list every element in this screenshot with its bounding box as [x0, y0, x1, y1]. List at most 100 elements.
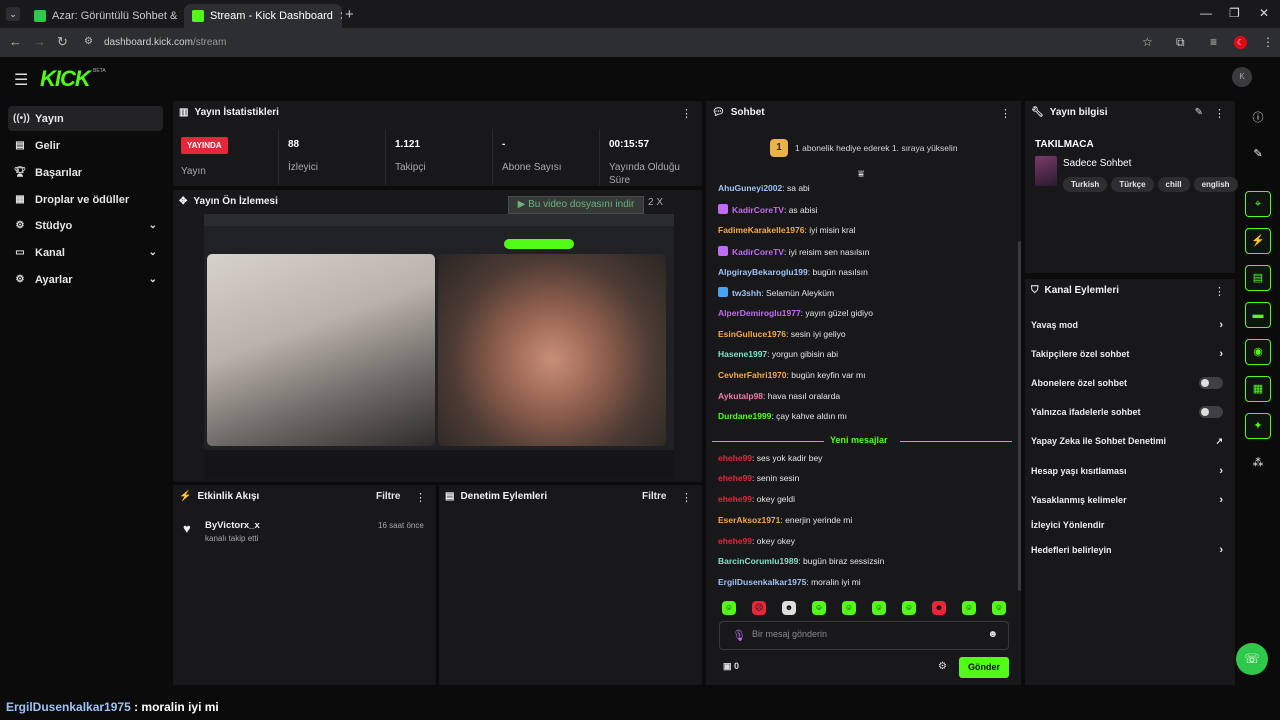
category-name[interactable]: Sadece Sohbet [1063, 158, 1131, 169]
more-options-icon[interactable]: ⋮ [1000, 107, 1011, 120]
emote-icon[interactable]: ☺ [842, 601, 856, 615]
emote-icon[interactable]: ☻ [782, 601, 796, 615]
new-tab-button[interactable]: + [345, 6, 354, 23]
emote-icon[interactable]: ☺ [812, 601, 826, 615]
chat-username[interactable]: AlpgirayBekaroglu199 [718, 267, 808, 277]
action-slow-mode[interactable]: Yavaş mod › [1031, 315, 1229, 335]
emoji-icon[interactable]: ☻ [987, 629, 998, 640]
sidebar-item-basarilar[interactable]: 🏆︎ Başarılar [8, 160, 163, 185]
chat-username[interactable]: ehehe99 [718, 473, 752, 483]
sidebar-item-gelir[interactable]: ▤ Gelir [8, 133, 163, 158]
media-controls-icon[interactable]: ≡ [1210, 35, 1217, 49]
window-close-icon[interactable]: ✕ [1259, 6, 1269, 20]
browser-tab-azar[interactable]: Azar: Görüntülü Sohbet & Y ✕ [26, 4, 181, 28]
user-avatar[interactable]: K [1232, 67, 1252, 87]
action-banned-words[interactable]: Yasaklanmış kelimeler › [1031, 490, 1229, 510]
info-icon[interactable]: ⓘ [1245, 106, 1271, 132]
chat-username[interactable]: KadirCoreTV [732, 205, 784, 215]
more-options-icon[interactable]: ⋮ [415, 491, 426, 504]
help-support-button[interactable]: ☏ [1236, 643, 1268, 675]
sidebar-item-yayin[interactable]: ((•)) Yayın [8, 106, 163, 131]
bookmark-star-icon[interactable]: ☆ [1142, 35, 1153, 49]
layout-widget-icon[interactable]: ▦ [1245, 376, 1271, 402]
action-host-viewers[interactable]: İzleyici Yönlendir [1031, 515, 1229, 535]
emote-icon[interactable]: ☹ [752, 601, 766, 615]
microphone-icon[interactable]: 🎙︎ [732, 629, 746, 642]
send-button[interactable]: Gönder [959, 657, 1009, 678]
profile-flag-icon[interactable]: ☾ [1234, 36, 1247, 49]
edit-icon[interactable]: ✎ [1195, 107, 1203, 118]
tag[interactable]: english [1193, 177, 1238, 192]
chat-username[interactable]: ErgilDusenkalkar1975 [718, 577, 806, 587]
chat-username[interactable]: EsinGulluce1976 [718, 329, 786, 339]
chat-username[interactable]: EserAksoz1971 [718, 515, 780, 525]
emote-icon[interactable]: ☻ [932, 601, 946, 615]
extensions-icon[interactable]: ⧉ [1176, 35, 1185, 50]
action-ai-moderation[interactable]: Yapay Zeka ile Sohbet Denetimi ↗ [1031, 431, 1229, 451]
chat-scrollbar[interactable] [1018, 241, 1021, 591]
site-info-icon[interactable]: ⚙ [84, 36, 93, 47]
reload-icon[interactable]: ↻ [57, 34, 68, 50]
sidebar-item-kanal[interactable]: ▭ Kanal ⌄ [8, 240, 163, 265]
chat-username[interactable]: ehehe99 [718, 494, 752, 504]
action-account-age[interactable]: Hesap yaşı kısıtlaması › [1031, 461, 1229, 481]
emote-icon[interactable]: ☺ [722, 601, 736, 615]
tag[interactable]: chill [1157, 177, 1190, 192]
download-video-bar[interactable]: ▶ Bu video dosyasını indir [508, 196, 644, 214]
emote-icon[interactable]: ☺ [962, 601, 976, 615]
kick-logo[interactable]: KICK [40, 66, 91, 92]
filter-button[interactable]: Filtre [376, 491, 400, 502]
action-set-goals[interactable]: Hedefleri belirleyin › [1031, 540, 1229, 560]
emote-icon[interactable]: ☺ [902, 601, 916, 615]
more-options-icon[interactable]: ⋮ [681, 491, 692, 504]
more-options-icon[interactable]: ⋮ [1214, 107, 1225, 120]
channel-points[interactable]: ▣ 0 [723, 661, 739, 672]
subscribers-only-toggle[interactable] [1199, 377, 1223, 389]
sidebar-item-ayarlar[interactable]: ⚙ Ayarlar ⌄ [8, 267, 163, 292]
chat-message-input[interactable] [752, 629, 972, 639]
close-tab-icon[interactable]: ✕ [339, 9, 342, 23]
tag[interactable]: Türkçe [1111, 177, 1154, 192]
filter-button[interactable]: Filtre [642, 491, 666, 502]
tag[interactable]: Turkish [1063, 177, 1108, 192]
chat-username[interactable]: Durdane1999 [718, 411, 771, 421]
event-user[interactable]: ByVictorx_x [205, 520, 260, 531]
maximize-icon[interactable]: ❐ [1229, 6, 1240, 20]
chat-username[interactable]: BarcinCorumlu1989 [718, 556, 798, 566]
tools-widget-icon[interactable]: ✦ [1245, 413, 1271, 439]
browser-menu-icon[interactable]: ⋮ [1262, 35, 1274, 49]
minimize-icon[interactable]: — [1200, 6, 1212, 20]
more-options-icon[interactable]: ⋮ [1214, 285, 1225, 298]
sidebar-item-droplar[interactable]: ▦ Droplar ve ödüller [8, 187, 163, 212]
gift-leaderboard-text[interactable]: 1 abonelik hediye ederek 1. sıraya yükse… [795, 143, 958, 153]
url-field[interactable]: dashboard.kick.com/stream [104, 37, 226, 48]
pencil-icon[interactable]: ✎ [1245, 142, 1271, 168]
browser-tab-kick[interactable]: Stream - Kick Dashboard ✕ [184, 4, 342, 28]
download-bar-close[interactable]: 2 X [648, 197, 663, 208]
pin-icon[interactable]: ⩸ [858, 169, 864, 180]
chat-username[interactable]: KadirCoreTV [732, 247, 784, 257]
more-options-icon[interactable]: ⋮ [681, 107, 692, 120]
add-widget-icon[interactable]: ⁂ [1245, 451, 1271, 477]
chat-settings-icon[interactable]: ⚙ [938, 661, 947, 672]
category-thumbnail[interactable] [1035, 156, 1057, 186]
forward-icon[interactable]: → [33, 34, 46, 49]
action-followers-only[interactable]: Takipçilere özel sohbet › [1031, 344, 1229, 364]
chat-input-box[interactable]: 🎙︎ ☻ [719, 621, 1009, 650]
sidebar-item-studyo[interactable]: ⚙ Stüdyo ⌄ [8, 213, 163, 238]
chat-widget-icon[interactable]: ▬ [1245, 302, 1271, 328]
menu-icon[interactable]: ☰ [14, 70, 28, 90]
activity-widget-icon[interactable]: ⚡ [1245, 228, 1271, 254]
chat-username[interactable]: tw3shh [732, 288, 761, 298]
chat-username[interactable]: FadimeKarakelle1976 [718, 225, 804, 235]
stream-preview-video[interactable] [204, 214, 674, 479]
moderation-widget-icon[interactable]: ▤ [1245, 265, 1271, 291]
preview-widget-icon[interactable]: ⌖ [1245, 191, 1271, 217]
chat-username[interactable]: ehehe99 [718, 536, 752, 546]
chat-username[interactable]: AlperDemiroglu1977 [718, 308, 801, 318]
stats-widget-icon[interactable]: ◉ [1245, 339, 1271, 365]
chat-username[interactable]: AhuGuneyi2002 [718, 183, 782, 193]
chat-username[interactable]: ehehe99 [718, 453, 752, 463]
back-icon[interactable]: ← [9, 34, 22, 49]
emote-icon[interactable]: ☺ [872, 601, 886, 615]
